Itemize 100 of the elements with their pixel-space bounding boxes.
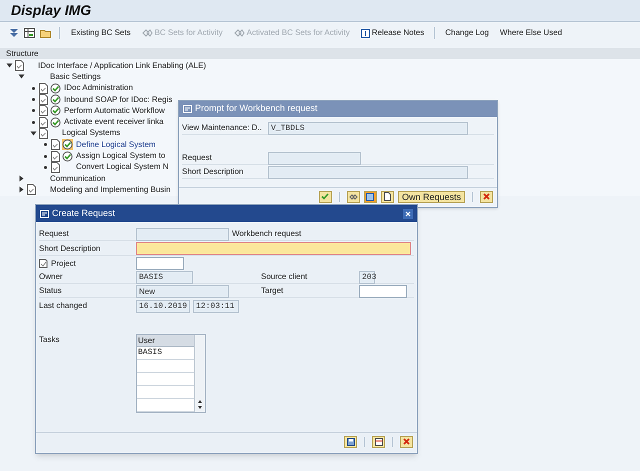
window-icon (183, 105, 192, 113)
collapsed-arrow-icon[interactable] (18, 175, 25, 182)
link-icon (348, 194, 358, 200)
link-icon (142, 29, 153, 37)
input-field[interactable] (136, 242, 411, 255)
document-icon (51, 162, 60, 173)
tree-node-label[interactable]: Inbound SOAP for IDoc: Regis (64, 94, 172, 106)
request-type-text: Workbench request (232, 228, 302, 240)
scrollbar[interactable] (194, 335, 205, 412)
clock-check-icon[interactable] (50, 116, 61, 128)
field-label: Short Description (182, 166, 244, 178)
tree-node-label[interactable]: Assign Logical System to (76, 150, 166, 162)
list-icon (366, 192, 374, 200)
field-label: Short Description (39, 242, 102, 254)
document-icon (39, 94, 48, 106)
input-field[interactable] (268, 152, 361, 164)
close-button[interactable] (403, 208, 413, 218)
link-button[interactable] (346, 190, 360, 202)
tree-node-label[interactable]: Convert Logical System N (76, 161, 168, 174)
input-field[interactable] (136, 257, 184, 270)
document-icon (51, 139, 60, 150)
document-icon (51, 150, 60, 162)
input-field[interactable]: BASIS (136, 270, 193, 284)
list-button[interactable] (364, 190, 377, 202)
collapsed-arrow-icon[interactable] (18, 186, 25, 194)
toolbar-button[interactable]: Where Else Used (496, 25, 566, 41)
field-label: Last changed (39, 300, 88, 312)
close-icon (483, 193, 490, 200)
field-label: Target (261, 285, 284, 297)
tree-node-label[interactable]: Modeling and Implementing Busin (50, 184, 171, 196)
own-requests-button[interactable]: Own Requests (398, 190, 465, 202)
document-icon (39, 105, 48, 116)
input-field[interactable]: 12:03:11 (193, 300, 239, 312)
dialog-title: Create Request (52, 206, 116, 220)
document-icon (39, 128, 48, 139)
input-field[interactable] (268, 166, 468, 178)
document-icon (39, 116, 48, 128)
confirm-button[interactable] (318, 190, 332, 202)
tree-node-label[interactable]: IDoc Administration (64, 82, 133, 94)
tree-node-label[interactable]: Define Logical System (76, 138, 156, 151)
link-icon (234, 29, 245, 37)
expanded-arrow-icon[interactable] (30, 130, 37, 137)
folder-icon[interactable] (40, 28, 51, 38)
bullet-icon (44, 154, 47, 158)
window-title: Display IMG (11, 1, 92, 20)
input-field[interactable]: 203 (359, 270, 375, 284)
new-document-button[interactable] (380, 190, 394, 202)
tree-node-label[interactable]: Activate event receiver linka (64, 116, 164, 128)
clock-check-icon[interactable] (62, 139, 73, 150)
bullet-icon (32, 120, 35, 124)
table-button[interactable] (372, 436, 385, 448)
dialog-title-text: Prompt for Workbench request (195, 102, 318, 116)
save-button[interactable] (344, 436, 357, 448)
clock-check-icon[interactable] (62, 150, 73, 162)
column-header: User (137, 335, 194, 347)
field-label: Tasks (39, 334, 60, 346)
clock-check-icon[interactable] (50, 82, 61, 94)
input-field[interactable] (359, 284, 407, 298)
input-field[interactable]: V_TBDLS (268, 122, 468, 134)
tree-node-label[interactable]: Communication (50, 172, 106, 185)
toolbar-button[interactable]: Existing BC Sets (68, 25, 134, 41)
expand-icon[interactable] (9, 28, 19, 38)
field-label: Status (39, 285, 63, 297)
table-icon (374, 438, 382, 446)
field-label: Request (182, 152, 213, 164)
tree-node-label[interactable]: Basic Settings (50, 70, 101, 83)
expanded-arrow-icon[interactable] (18, 73, 25, 80)
field-label: View Maintenance: D.. (182, 122, 263, 134)
tree-node-label[interactable]: Logical Systems (62, 127, 120, 140)
toolbar-button[interactable]: Change Log (442, 25, 492, 41)
input-field[interactable]: New (136, 284, 229, 298)
window-icon (40, 210, 49, 218)
document-icon (39, 259, 48, 268)
tree-node-label[interactable]: IDoc Interface / Application Link Enabling (ALE) (38, 60, 206, 72)
bullet-icon (44, 166, 47, 169)
table-icon[interactable] (24, 28, 35, 38)
bullet-icon (32, 98, 35, 102)
input-field[interactable]: 16.10.2019 (136, 300, 190, 312)
info-icon (360, 28, 370, 38)
field-label: Owner (39, 271, 64, 283)
document-icon (384, 192, 391, 201)
clock-check-icon[interactable] (50, 94, 61, 106)
clock-check-icon[interactable] (50, 105, 61, 116)
toolbar-button[interactable]: Release Notes (358, 25, 428, 41)
field-label: Source client (261, 271, 308, 283)
field-label: Project (51, 258, 76, 270)
tree-node-label[interactable]: Perform Automatic Workflow (64, 104, 165, 117)
cancel-button[interactable] (480, 190, 493, 202)
field-label: Request (39, 228, 70, 240)
input-field[interactable] (136, 228, 229, 240)
checkmark-icon (321, 193, 330, 200)
cancel-button[interactable] (400, 436, 413, 448)
close-icon (405, 210, 411, 216)
save-icon (346, 438, 354, 446)
structure-header: Structure (6, 48, 38, 60)
document-icon (39, 82, 48, 94)
bullet-icon (32, 86, 35, 90)
close-icon (403, 438, 410, 445)
bullet-icon (44, 143, 47, 146)
expanded-arrow-icon[interactable] (6, 62, 13, 70)
